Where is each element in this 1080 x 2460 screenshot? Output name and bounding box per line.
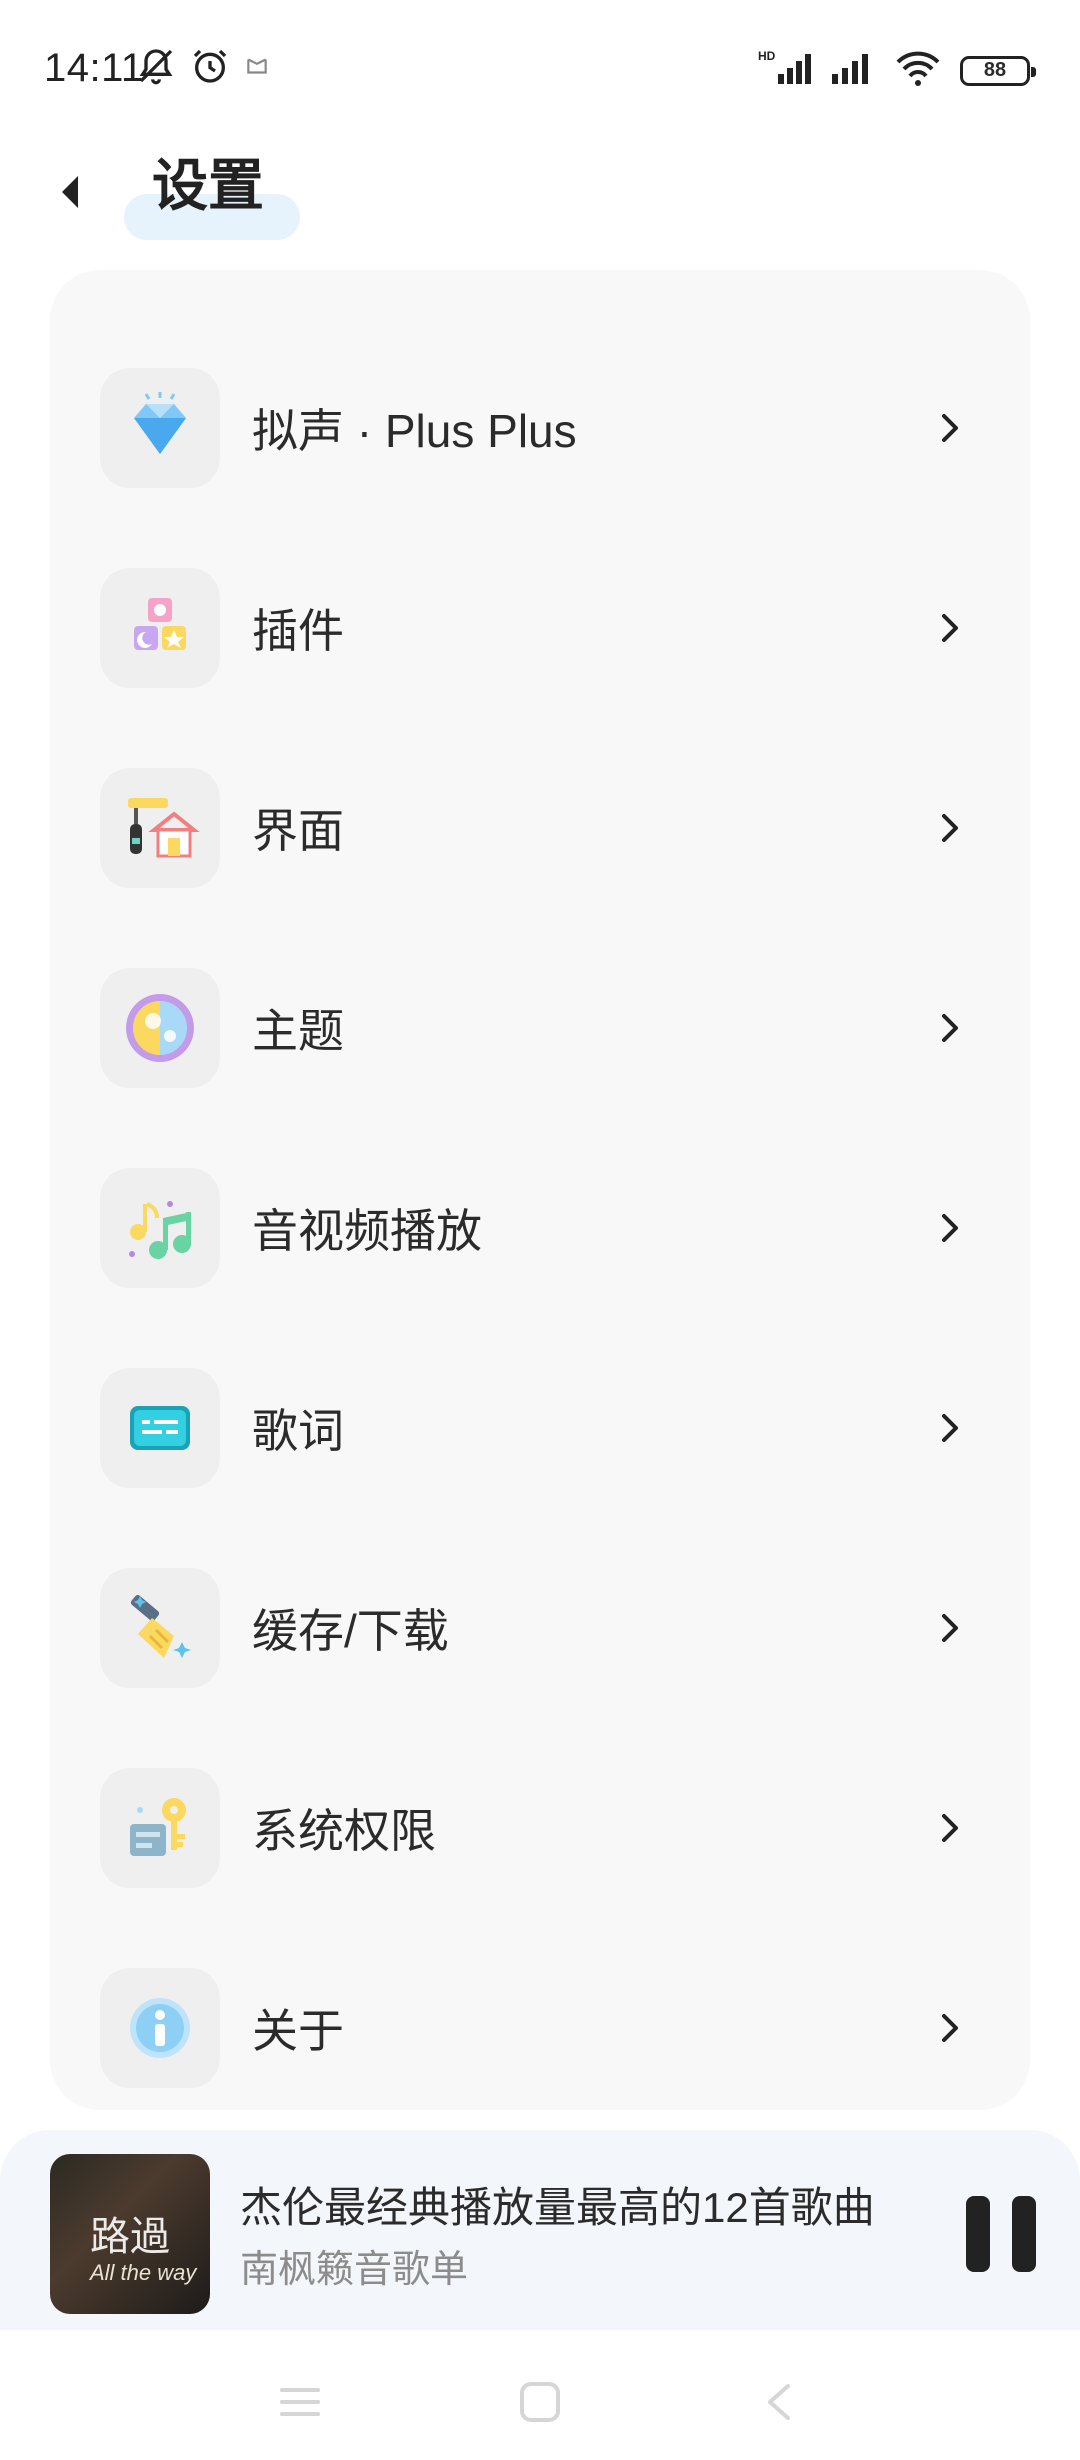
- notification-icon: [244, 53, 270, 84]
- settings-item-label: 音视频播放: [252, 1205, 482, 1257]
- settings-item-label: 歌词: [252, 1405, 344, 1457]
- song-artist: 南枫籁音歌单: [240, 2249, 469, 2291]
- settings-item-plugins[interactable]: 插件: [50, 528, 1030, 728]
- settings-item-label: 主题: [252, 1005, 344, 1057]
- title-wrap: 设置: [124, 146, 300, 240]
- settings-item-about[interactable]: 关于: [50, 1928, 1030, 2110]
- page-title: 设置: [152, 154, 264, 217]
- chevron-right-icon: [942, 814, 958, 842]
- info-icon: [100, 1968, 220, 2088]
- mute-icon: [136, 46, 176, 91]
- status-right: HD 88: [758, 48, 1036, 93]
- signal-icon: [830, 48, 876, 93]
- status-time: 14:11: [44, 46, 144, 90]
- settings-item-label: 界面: [252, 805, 344, 857]
- settings-item-label: 插件: [252, 605, 344, 657]
- settings-screen: 14:11 HD 88 设置 拟声 · Plus Plus 插件 界面 主题 音…: [0, 0, 1080, 2460]
- chevron-right-icon: [942, 1014, 958, 1042]
- chevron-right-icon: [942, 414, 958, 442]
- navigation-bar: [0, 2330, 1080, 2460]
- status-bar: 14:11 HD 88: [0, 0, 1080, 130]
- battery-icon: 88: [960, 55, 1036, 86]
- back-icon[interactable]: [756, 2380, 804, 2424]
- album-cover[interactable]: 路過 All the way: [50, 2154, 210, 2314]
- alarm-icon: [190, 46, 230, 91]
- settings-item-plus[interactable]: 拟声 · Plus Plus: [50, 328, 1030, 528]
- chevron-right-icon: [942, 1614, 958, 1642]
- cover-subtitle: All the way: [90, 2260, 197, 2285]
- pause-icon-bar: [966, 2196, 990, 2272]
- hd-signal-icon: HD: [758, 48, 812, 93]
- status-left-icons: [136, 46, 270, 91]
- lyrics-icon: [100, 1368, 220, 1488]
- home-icon[interactable]: [516, 2380, 564, 2424]
- chevron-right-icon: [942, 1214, 958, 1242]
- menu-icon[interactable]: [276, 2380, 324, 2424]
- song-title: 杰伦最经典播放量最高的12首歌曲: [240, 2184, 875, 2231]
- header: 设置: [0, 140, 1080, 250]
- pause-button[interactable]: [966, 2196, 1036, 2276]
- settings-item-lyrics[interactable]: 歌词: [50, 1328, 1030, 1528]
- blocks-icon: [100, 568, 220, 688]
- diamond-icon: [100, 368, 220, 488]
- svg-text:HD: HD: [758, 49, 776, 63]
- theme-icon: [100, 968, 220, 1088]
- settings-item-label: 拟声 · Plus Plus: [252, 405, 577, 457]
- settings-item-label: 系统权限: [252, 1805, 436, 1857]
- chevron-right-icon: [942, 2014, 958, 2042]
- settings-item-permissions[interactable]: 系统权限: [50, 1728, 1030, 1928]
- settings-item-cache-download[interactable]: 缓存/下载: [50, 1528, 1030, 1728]
- chevron-right-icon: [942, 1414, 958, 1442]
- chevron-right-icon: [942, 1814, 958, 1842]
- settings-item-label: 缓存/下载: [252, 1605, 449, 1657]
- key-icon: [100, 1768, 220, 1888]
- settings-card: 拟声 · Plus Plus 插件 界面 主题 音视频播放 歌词 缓存/下载 系…: [50, 270, 1030, 2110]
- settings-item-label: 关于: [252, 2005, 344, 2057]
- settings-item-playback[interactable]: 音视频播放: [50, 1128, 1030, 1328]
- paint-house-icon: [100, 768, 220, 888]
- settings-item-interface[interactable]: 界面: [50, 728, 1030, 928]
- settings-item-theme[interactable]: 主题: [50, 928, 1030, 1128]
- cover-title: 路過: [90, 2214, 170, 2260]
- mini-player[interactable]: 路過 All the way 杰伦最经典播放量最高的12首歌曲 南枫籁音歌单: [0, 2130, 1080, 2330]
- pause-icon-bar: [1012, 2196, 1036, 2272]
- wifi-icon: [894, 48, 942, 93]
- music-note-icon: [100, 1168, 220, 1288]
- back-arrow-icon: [62, 176, 78, 208]
- back-button[interactable]: [40, 162, 100, 222]
- broom-icon: [100, 1568, 220, 1688]
- chevron-right-icon: [942, 614, 958, 642]
